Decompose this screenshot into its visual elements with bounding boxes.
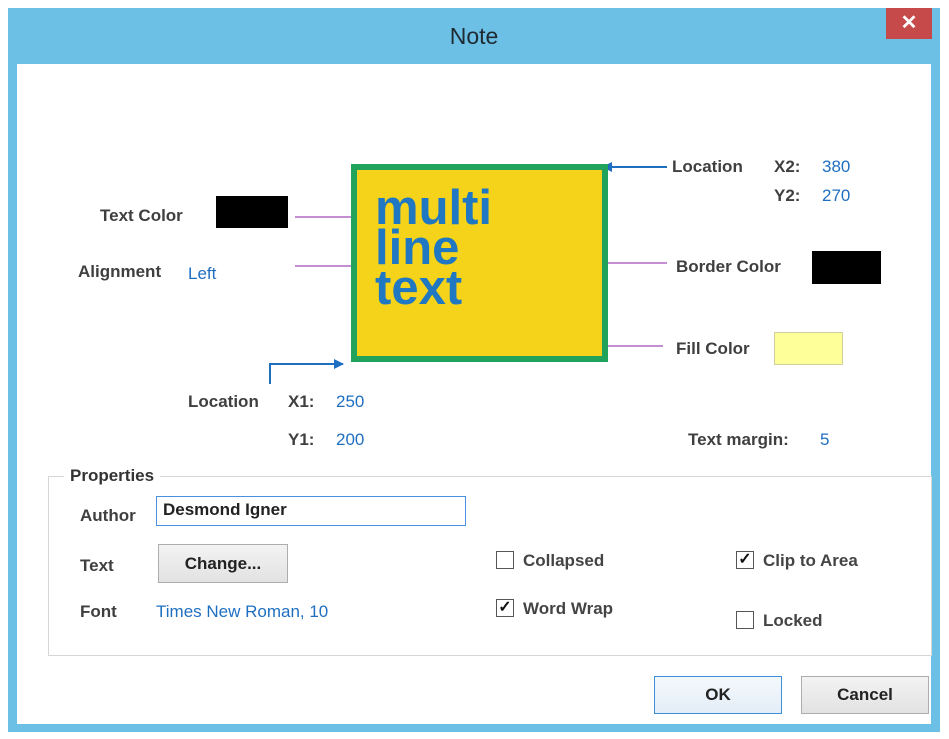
clip-to-area-checkbox[interactable]: ✓	[736, 551, 754, 569]
alignment-value[interactable]: Left	[188, 264, 216, 284]
y1-label: Y1:	[288, 430, 315, 449]
checkmark-icon: ✓	[738, 551, 752, 568]
fill-color-label: Fill Color	[676, 339, 750, 358]
text-color-swatch[interactable]	[216, 196, 288, 228]
change-text-button[interactable]: Change...	[158, 544, 288, 583]
y2-label: Y2:	[774, 186, 801, 205]
text-label: Text	[80, 556, 114, 575]
note-preview: multi line text	[351, 164, 608, 362]
properties-legend: Properties	[64, 466, 161, 486]
text-margin-value[interactable]: 5	[820, 430, 829, 450]
font-label: Font	[80, 602, 117, 621]
y2-value[interactable]: 270	[822, 186, 850, 206]
collapsed-checkbox[interactable]	[496, 551, 514, 569]
location-bottom-label: Location	[188, 392, 259, 411]
collapsed-label[interactable]: Collapsed	[523, 551, 604, 571]
text-margin-label: Text margin:	[688, 430, 789, 449]
text-color-label: Text Color	[100, 206, 183, 225]
x2-value[interactable]: 380	[822, 157, 850, 177]
dialog-body: Text Color Alignment Left multi line tex…	[17, 64, 932, 724]
note-text-line-3: text	[375, 261, 463, 315]
y1-value[interactable]: 200	[336, 430, 364, 450]
dialog-title: Note	[449, 23, 499, 49]
x1-label: X1:	[288, 392, 315, 411]
checkmark-icon: ✓	[498, 599, 512, 616]
border-color-swatch[interactable]	[812, 251, 881, 284]
x2-label: X2:	[774, 157, 801, 176]
x1-value[interactable]: 250	[336, 392, 364, 412]
title-bar[interactable]: Note ✕	[8, 8, 940, 64]
location-top-label: Location	[672, 157, 743, 176]
close-button[interactable]: ✕	[886, 8, 932, 39]
locked-checkbox[interactable]	[736, 611, 754, 629]
alignment-label: Alignment	[78, 262, 162, 281]
note-dialog: Note ✕ Text Color Alignment Left multi l…	[8, 8, 940, 732]
border-color-label: Border Color	[676, 257, 781, 276]
fill-color-swatch[interactable]	[774, 332, 843, 365]
ok-button[interactable]: OK	[654, 676, 782, 714]
cancel-button[interactable]: Cancel	[801, 676, 929, 714]
word-wrap-label[interactable]: Word Wrap	[523, 599, 613, 619]
clip-to-area-label[interactable]: Clip to Area	[763, 551, 858, 571]
close-icon: ✕	[900, 12, 918, 34]
author-label: Author	[80, 506, 136, 525]
author-input[interactable]: Desmond Igner	[156, 496, 466, 526]
locked-label[interactable]: Locked	[763, 611, 823, 631]
word-wrap-checkbox[interactable]: ✓	[496, 599, 514, 617]
font-value[interactable]: Times New Roman, 10	[156, 602, 328, 622]
location-bottom-arrow	[269, 359, 344, 384]
